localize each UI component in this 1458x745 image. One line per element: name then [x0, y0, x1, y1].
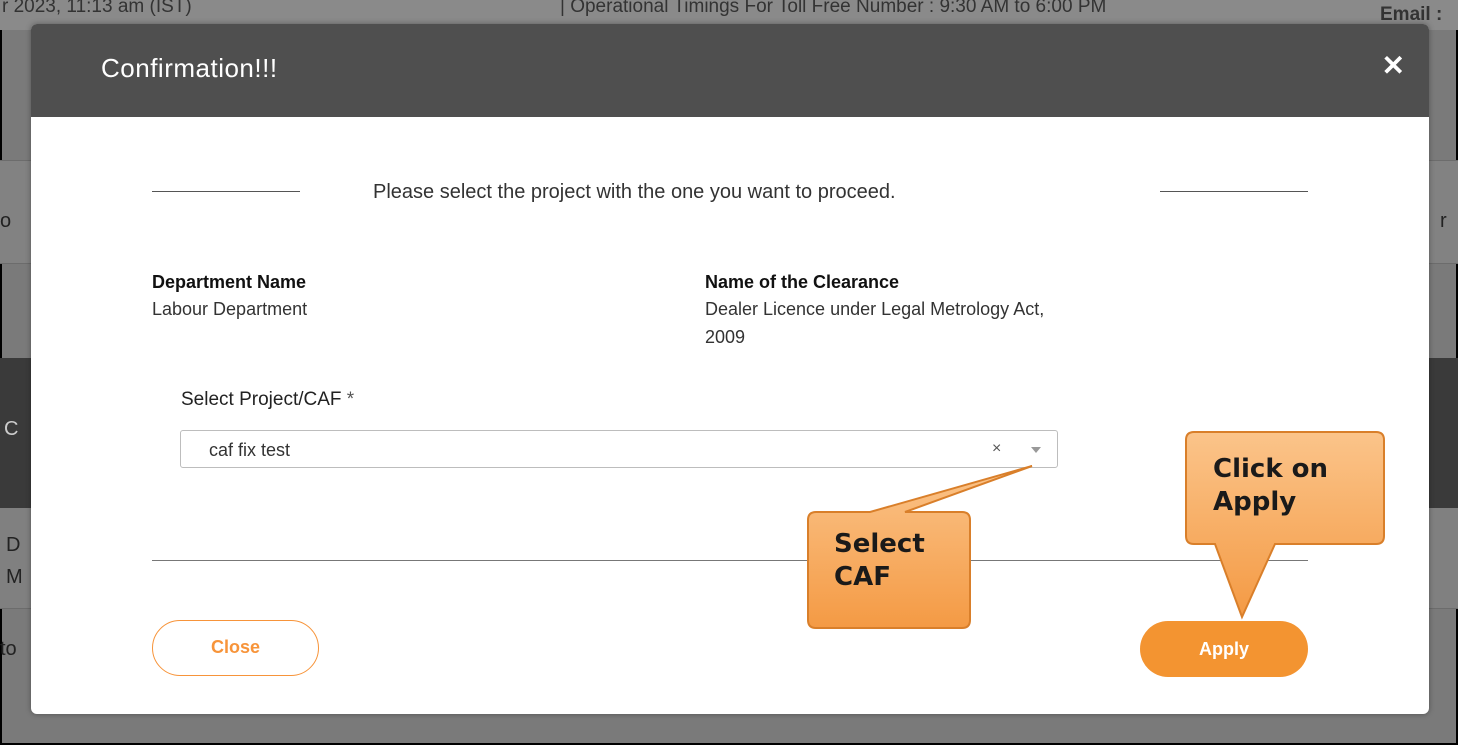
apply-callout-line2: Apply	[1213, 487, 1297, 517]
select-caf-callout: Select CAF	[834, 528, 925, 594]
select-caf-callout-line1: Select	[834, 529, 925, 559]
apply-callout: Click on Apply	[1213, 453, 1328, 519]
select-caf-callout-line2: CAF	[834, 562, 891, 592]
callout-layer	[807, 431, 1385, 629]
apply-callout-line1: Click on	[1213, 454, 1329, 484]
